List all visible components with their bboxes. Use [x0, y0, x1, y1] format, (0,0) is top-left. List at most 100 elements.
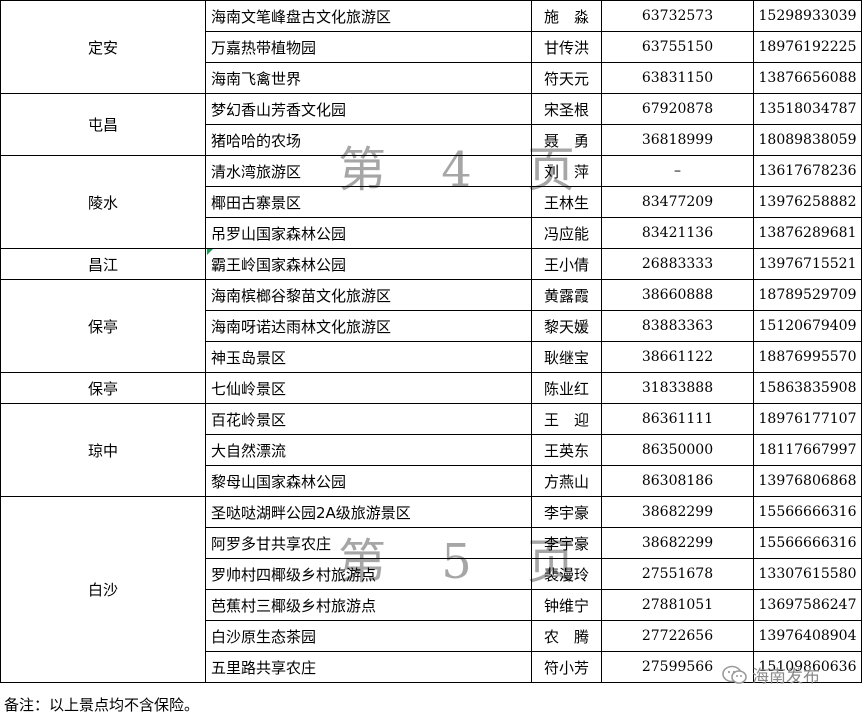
- scenic-name-cell: 海南文笔峰盘古文化旅游区: [205, 0, 532, 32]
- contact-cell: 钟维宁: [531, 589, 602, 621]
- mobile-cell: 15863835908: [753, 372, 862, 404]
- table-row: 定安 海南文笔峰盘古文化旅游区施 淼 63732573 15298933039: [0, 0, 862, 94]
- region-cell: 保亭: [0, 372, 206, 404]
- mobile-cell: 15298933039: [753, 0, 862, 32]
- phone-cell: 31833888: [601, 372, 754, 404]
- phone-cell: 63755150: [601, 31, 754, 63]
- brand-name: 海南发布: [752, 667, 820, 687]
- region-cell: 昌江: [0, 248, 206, 280]
- contact-cell: 甘传洪: [531, 31, 602, 63]
- phone-cell: 38682299: [601, 527, 754, 559]
- region-cell: 陵水: [0, 155, 206, 249]
- contact-cell: 聂 勇: [531, 124, 602, 156]
- mobile-cell: 13976408904: [753, 620, 862, 652]
- scenic-name-cell: 霸王岭国家森林公园: [205, 248, 532, 280]
- contact-cell: 符小芳: [531, 651, 602, 683]
- phone-cell: 27722656: [601, 620, 754, 652]
- mobile-cell: 13976715521: [753, 248, 862, 280]
- scenic-name-cell: 海南槟榔谷黎苗文化旅游区: [205, 279, 532, 311]
- scenic-name-cell: 圣哒哒湖畔公园2A级旅游景区: [205, 496, 532, 528]
- phone-cell: 86308186: [601, 465, 754, 497]
- scenic-name-cell: 黎母山国家森林公园: [205, 465, 532, 497]
- contact-cell: 黎天媛: [531, 310, 602, 342]
- contact-cell: 方燕山: [531, 465, 602, 497]
- mobile-cell: 18976192225: [753, 31, 862, 63]
- contact-cell: 刘 萍: [531, 155, 602, 187]
- wechat-icon: [722, 665, 747, 684]
- table-row: 陵水 清水湾旅游区刘 萍 –13617678236: [0, 155, 862, 249]
- phone-cell: 38682299: [601, 496, 754, 528]
- scenic-name-cell: 海南飞禽世界: [205, 62, 532, 94]
- region-cell: 白沙: [0, 496, 206, 683]
- region-cell: 定安: [0, 0, 206, 94]
- phone-cell: 26883333: [601, 248, 754, 280]
- contact-cell: 黄露霞: [531, 279, 602, 311]
- region-cell: 琼中: [0, 403, 206, 497]
- table-row: 琼中 百花岭景区王 迎 86361111 18976177107: [0, 403, 862, 497]
- table-row: 白沙 圣哒哒湖畔公园2A级旅游景区 李宇豪 38682299 15566666316: [0, 496, 862, 683]
- table-row: 昌江 霸王岭国家森林公园 王小倩 26883333 13976715521: [0, 248, 862, 280]
- contact-cell: 裴漫玲: [531, 558, 602, 590]
- mobile-cell: 13518034787: [753, 93, 862, 125]
- scenic-name-cell: 百花岭景区: [205, 403, 532, 435]
- phone-cell: –: [601, 155, 754, 187]
- phone-cell: 36818999: [601, 124, 754, 156]
- scenic-name-cell: 猪哈哈的农场: [205, 124, 532, 156]
- region-cell: 保亭: [0, 279, 206, 373]
- mobile-cell: 13697586247: [753, 589, 862, 621]
- contact-cell: 符天元: [531, 62, 602, 94]
- scenic-name-cell: 大自然漂流: [205, 434, 532, 466]
- contact-cell: 王小倩: [531, 248, 602, 280]
- scenic-name-cell: 白沙原生态茶园: [205, 620, 532, 652]
- contact-cell: 李宇豪: [531, 496, 602, 528]
- mobile-cell: 15566666316: [753, 527, 862, 559]
- contact-cell: 陈业红: [531, 372, 602, 404]
- table-row: 屯昌 梦幻香山芳香文化园 宋圣根 67920878 13518034787: [0, 93, 862, 156]
- scenic-name-cell: 五里路共享农庄: [205, 651, 532, 683]
- contact-cell: 王英东: [531, 434, 602, 466]
- cell-comment-marker: [207, 249, 213, 255]
- mobile-cell: 13876289681: [753, 217, 862, 249]
- mobile-cell: 15566666316: [753, 496, 862, 528]
- contact-cell: 王 迎: [531, 403, 602, 435]
- table-row: 保亭 七仙岭景区 陈业红 31833888 15863835908: [0, 372, 862, 404]
- mobile-cell: 13617678236: [753, 155, 862, 187]
- contact-cell: 李宇豪: [531, 527, 602, 559]
- scenic-name-cell: 海南呀诺达雨林文化旅游区: [205, 310, 532, 342]
- mobile-cell: 13976806868: [753, 465, 862, 497]
- contact-cell: 施 淼: [531, 0, 602, 32]
- phone-cell: 67920878: [601, 93, 754, 125]
- scenic-name-cell: 阿罗多甘共享农庄: [205, 527, 532, 559]
- scenic-name-cell: 万嘉热带植物园: [205, 31, 532, 63]
- mobile-cell: 18789529709: [753, 279, 862, 311]
- mobile-cell: 18976177107: [753, 403, 862, 435]
- scenic-name-cell: 梦幻香山芳香文化园: [205, 93, 532, 125]
- scenic-contact-table: 定安 海南文笔峰盘古文化旅游区施 淼 63732573 15298933039 万嘉热带…: [0, 0, 862, 683]
- contact-cell: 耿继宝: [531, 341, 602, 373]
- mobile-cell: 18117667997: [753, 434, 862, 466]
- phone-cell: 83883363: [601, 310, 754, 342]
- mobile-cell: 18876995570: [753, 341, 862, 373]
- phone-cell: 27551678: [601, 558, 754, 590]
- phone-cell: 83421136: [601, 217, 754, 249]
- scenic-name-cell: 椰田古寨景区: [205, 186, 532, 218]
- mobile-cell: 15120679409: [753, 310, 862, 342]
- phone-cell: 83477209: [601, 186, 754, 218]
- phone-cell: 86350000: [601, 434, 754, 466]
- mobile-cell: 13976258882: [753, 186, 862, 218]
- phone-cell: 27881051: [601, 589, 754, 621]
- table-row: 保亭 海南槟榔谷黎苗文化旅游区 黄露霞 38660888 18789529709: [0, 279, 862, 373]
- brand-watermark: 海南发布: [722, 662, 820, 687]
- table-body: 定安 海南文笔峰盘古文化旅游区施 淼 63732573 15298933039 万嘉热带…: [0, 0, 862, 683]
- footer-note: 备注：以上景点均不含保险。: [4, 696, 200, 714]
- region-cell: 屯昌: [0, 93, 206, 156]
- contact-cell: 王林生: [531, 186, 602, 218]
- mobile-cell: 13876656088: [753, 62, 862, 94]
- phone-cell: 86361111: [601, 403, 754, 435]
- contact-cell: 农 腾: [531, 620, 602, 652]
- phone-cell: 63831150: [601, 62, 754, 94]
- mobile-cell: 13307615580: [753, 558, 862, 590]
- phone-cell: 63732573: [601, 0, 754, 32]
- scenic-name-cell: 吊罗山国家森林公园: [205, 217, 532, 249]
- scenic-name-cell: 清水湾旅游区: [205, 155, 532, 187]
